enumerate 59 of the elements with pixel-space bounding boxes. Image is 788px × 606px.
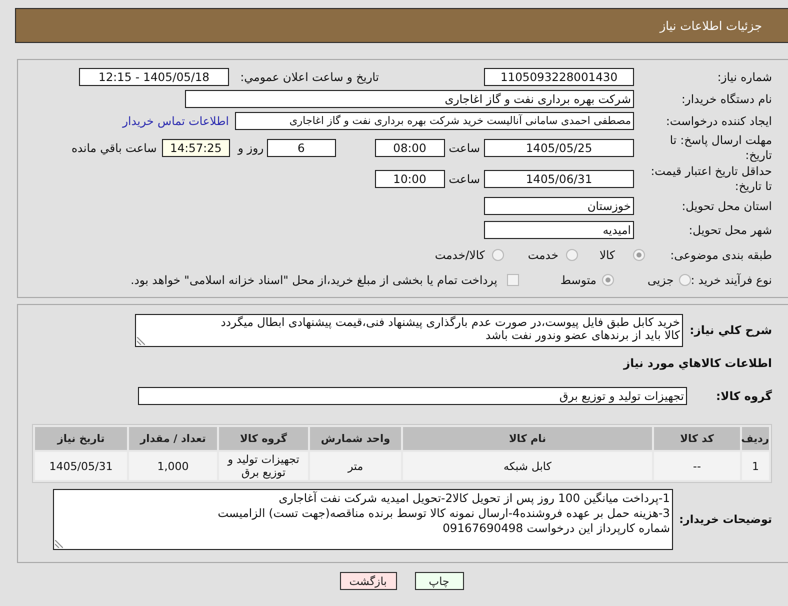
- field-label: حداقل تاریخ اعتبار قیمت: تا تاریخ:: [650, 164, 772, 194]
- resize-grip-icon[interactable]: [137, 337, 145, 345]
- table-cell: کابل شبکه: [403, 452, 652, 480]
- resize-grip-icon[interactable]: [55, 540, 63, 548]
- table-cell: 1405/05/31: [35, 452, 127, 480]
- field-label: مهلت ارسال پاسخ: تا تاریخ:: [668, 133, 772, 163]
- buyer-org-field[interactable]: شرکت بهره برداری نفت و گاز اغاجاری: [185, 90, 634, 108]
- table-cell: 1,000: [129, 452, 217, 480]
- option-label: خدمت: [528, 248, 558, 262]
- table-cell: --: [654, 452, 740, 480]
- days-label: روز و: [238, 141, 264, 155]
- goods-group-field[interactable]: تجهیزات تولید و توزیع برق: [138, 387, 687, 405]
- deadline-time-field[interactable]: 08:00: [374, 139, 445, 157]
- table-cell: متر: [310, 452, 401, 480]
- time-label: ساعت: [448, 172, 480, 186]
- column-header: تعداد / مقدار: [129, 427, 217, 450]
- field-label: نام دستگاه خریدار:: [680, 92, 772, 106]
- notes-field[interactable]: 1-پرداخت میانگین 100 روز پس از تحویل کالا2-تحویل امیدیه شرکت نفت آغاجاری 3-هزینه حمل بر عهده فروشنده4-ارسال نمونه کالا توسط برنده مناقصه(جهت تست) الزامیست شماره کارپرداز این درخواست 09167690498: [53, 489, 673, 550]
- need-number-field[interactable]: 1105093228001430: [484, 68, 634, 86]
- option-label: کالا: [599, 248, 615, 262]
- validity-time-field[interactable]: 10:00: [374, 170, 445, 188]
- option-label: جزیی: [647, 273, 674, 287]
- option-label: کالا/خدمت: [434, 248, 485, 262]
- section-title: اطلاعات کالاهاي مورد نیاز: [624, 356, 772, 370]
- field-label: توضیحات خریدار:: [678, 512, 772, 527]
- column-header: نام کالا: [403, 427, 652, 450]
- column-header: تاریخ نیاز: [35, 427, 127, 450]
- option-label: متوسط: [560, 273, 596, 287]
- field-label: شماره نیاز:: [716, 70, 772, 84]
- time-label: ساعت: [448, 141, 480, 155]
- deadline-date-field[interactable]: 1405/05/25: [484, 139, 634, 157]
- table-cell: 1: [742, 452, 769, 480]
- remaining-time-field[interactable]: 14:57:25: [162, 139, 230, 157]
- checkbox-label: پرداخت تمام یا بخشی از مبلغ خرید،از محل "اسناد خزانه اسلامی" خواهد بود.: [130, 273, 498, 287]
- field-label: ایجاد کننده درخواست:: [665, 114, 772, 128]
- table-cell: تجهیزات تولید و توزیع برق: [219, 452, 308, 480]
- requester-field[interactable]: مصطفی احمدی سامانی آنالیست خرید شرکت بهره برداری نفت و گاز اغاجاری: [235, 112, 634, 130]
- validity-date-field[interactable]: 1405/06/31: [484, 170, 634, 188]
- days-field[interactable]: 6: [266, 139, 336, 157]
- remaining-label: ساعت باقي مانده: [72, 141, 157, 155]
- field-label: گروه کالا:: [715, 388, 772, 404]
- field-label: استان محل تحویل:: [680, 198, 772, 214]
- announcement-date-field[interactable]: 1405/05/18 - 12:15: [79, 68, 229, 86]
- city-field[interactable]: امیدیه: [484, 221, 634, 239]
- back-button[interactable]: بازگشت: [340, 572, 396, 590]
- contact-info-link[interactable]: اطلاعات تماس خریدار: [122, 114, 229, 128]
- description-field[interactable]: خرید کابل طبق فایل پیوست،در صورت عدم بارگذاری پیشنهاد فنی،قیمت پیشنهادی ابطال میگردد کالا باید از برندهای عضو وندور نفت باشد: [135, 314, 683, 347]
- print-button[interactable]: چاپ: [414, 572, 464, 590]
- field-label: نوع فرآیند خرید :: [690, 272, 772, 288]
- field-label: تاریخ و ساعت اعلان عمومي:: [239, 70, 379, 84]
- column-header: ردیف: [742, 427, 769, 450]
- column-header: گروه کالا: [219, 427, 308, 450]
- field-label: طبقه بندی موضوعی:: [669, 248, 772, 262]
- field-label: شرح کلي نیاز:: [688, 323, 772, 338]
- province-field[interactable]: خوزستان: [484, 197, 634, 215]
- field-label: شهر محل تحویل:: [688, 222, 772, 238]
- column-header: کد کالا: [654, 427, 740, 450]
- column-header: واحد شمارش: [310, 427, 401, 450]
- page-title: جزئیات اطلاعات نیاز: [660, 18, 762, 32]
